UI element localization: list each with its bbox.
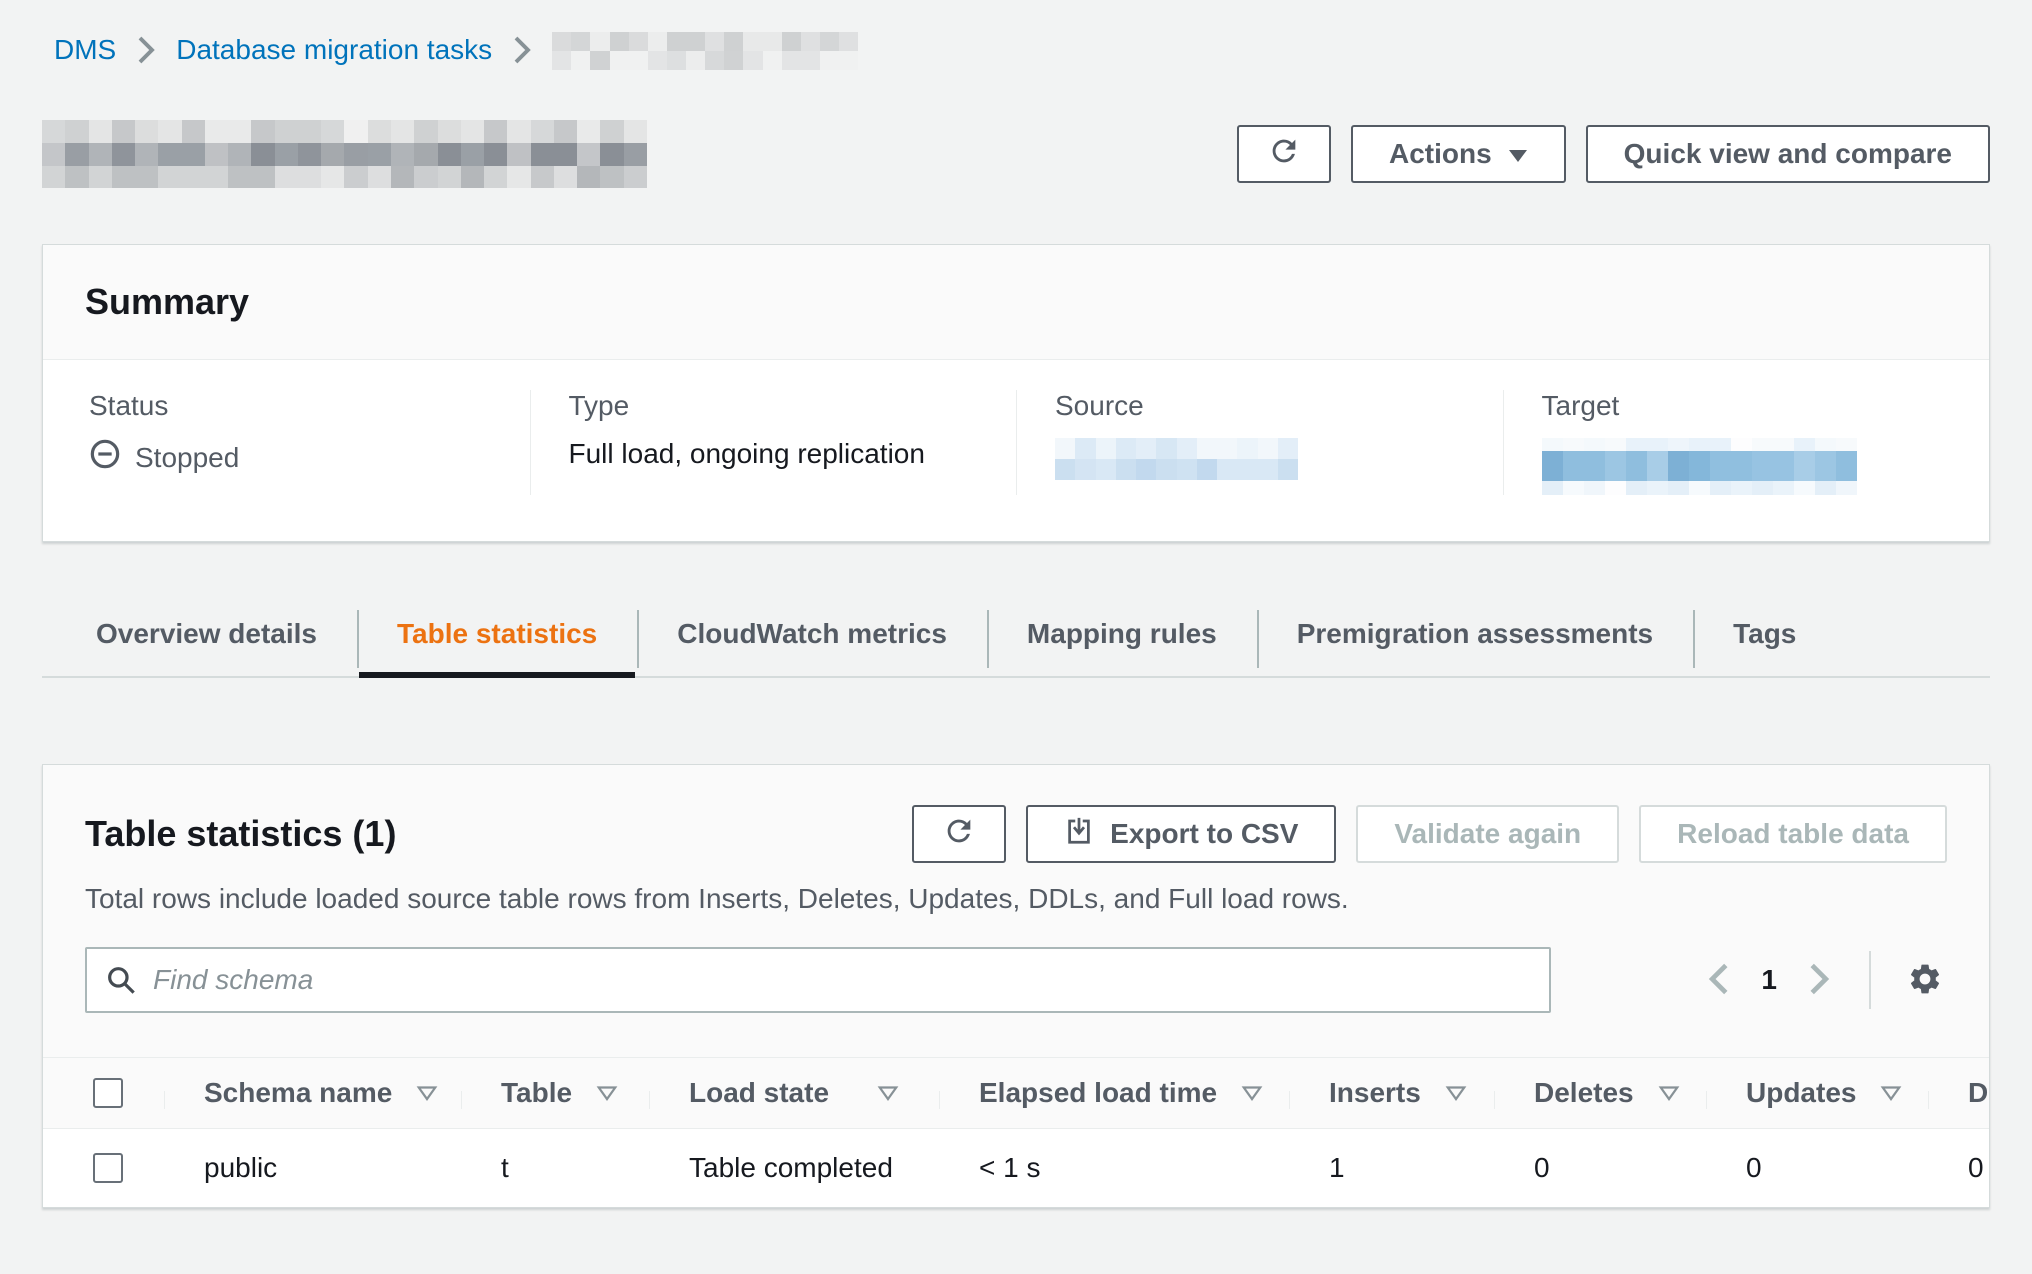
stopped-status-icon (89, 438, 121, 477)
download-icon (1064, 816, 1094, 853)
reload-table-data-button[interactable]: Reload table data (1639, 805, 1947, 863)
row-checkbox[interactable] (93, 1153, 123, 1183)
task-tabs: Overview details Table statistics CloudW… (42, 606, 1990, 678)
sort-icon (877, 1084, 899, 1102)
cell-load-state: Table completed (649, 1152, 939, 1184)
pagination: 1 (1705, 951, 1947, 1009)
summary-field-type: Type Full load, ongoing replication (530, 390, 1017, 495)
table-preferences-button[interactable] (1907, 961, 1943, 1000)
column-header-schema-name[interactable]: Schema name (164, 1077, 461, 1109)
column-header-elapsed-load-time[interactable]: Elapsed load time (939, 1077, 1289, 1109)
schema-search (85, 947, 1551, 1013)
tab-cloudwatch-metrics[interactable]: CloudWatch metrics (637, 606, 987, 676)
find-schema-input[interactable] (85, 947, 1551, 1013)
quick-view-compare-button[interactable]: Quick view and compare (1586, 125, 1990, 183)
search-icon (105, 964, 137, 1001)
source-value-redacted (1055, 438, 1298, 480)
breadcrumb-link-dms[interactable]: DMS (54, 34, 116, 66)
sort-icon (1241, 1084, 1263, 1102)
refresh-icon (1267, 134, 1301, 175)
type-label: Type (569, 390, 987, 422)
breadcrumb-current-redacted (552, 32, 858, 70)
chevron-left-icon (1705, 962, 1733, 999)
summary-card: Summary Status Stopped Type Full load, o… (42, 244, 1990, 542)
pagination-divider (1869, 951, 1871, 1009)
gear-icon (1907, 961, 1943, 1000)
column-header-updates[interactable]: Updates (1706, 1077, 1928, 1109)
validate-again-button[interactable]: Validate again (1356, 805, 1619, 863)
table-statistics-card: Table statistics (1) Export to CSV (42, 764, 1990, 1208)
sort-icon (416, 1084, 438, 1102)
header-actions: Actions Quick view and compare (1237, 125, 1990, 183)
page-title-redacted (42, 120, 647, 188)
table-refresh-button[interactable] (912, 805, 1006, 863)
tab-table-statistics[interactable]: Table statistics (357, 606, 637, 676)
status-value: Stopped (135, 442, 239, 474)
target-label: Target (1542, 390, 1960, 422)
column-header-ddls[interactable]: DDLs (1928, 1077, 1990, 1109)
page-header: Actions Quick view and compare (42, 120, 1990, 188)
summary-field-target: Target (1503, 390, 1990, 495)
cell-table: t (461, 1152, 649, 1184)
column-header-deletes[interactable]: Deletes (1494, 1077, 1706, 1109)
cell-updates: 0 (1706, 1152, 1928, 1184)
refresh-icon (942, 814, 976, 855)
table-statistics-actions: Export to CSV Validate again Reload tabl… (912, 805, 1947, 863)
quick-view-compare-label: Quick view and compare (1624, 138, 1952, 170)
previous-page-button[interactable] (1705, 962, 1733, 999)
tab-premigration-assessments[interactable]: Premigration assessments (1257, 606, 1693, 676)
actions-button[interactable]: Actions (1351, 125, 1566, 183)
caret-down-icon (1508, 138, 1528, 170)
summary-fields: Status Stopped Type Full load, ongoing r… (43, 360, 1989, 541)
column-header-inserts[interactable]: Inserts (1289, 1077, 1494, 1109)
table-statistics-description: Total rows include loaded source table r… (85, 883, 1947, 915)
tab-tags[interactable]: Tags (1693, 606, 1836, 676)
validate-again-label: Validate again (1394, 818, 1581, 850)
sort-icon (1445, 1084, 1467, 1102)
summary-title: Summary (85, 281, 249, 322)
summary-field-source: Source (1016, 390, 1503, 495)
chevron-right-icon (512, 35, 532, 65)
cell-ddls: 0 (1928, 1152, 1990, 1184)
target-value-redacted (1542, 438, 1857, 495)
export-to-csv-label: Export to CSV (1110, 818, 1298, 850)
export-to-csv-button[interactable]: Export to CSV (1026, 805, 1336, 863)
column-header-load-state[interactable]: Load state (649, 1077, 939, 1109)
summary-card-header: Summary (43, 245, 1989, 360)
actions-button-label: Actions (1389, 138, 1492, 170)
source-label: Source (1055, 390, 1473, 422)
select-all-checkbox[interactable] (93, 1078, 123, 1108)
type-value: Full load, ongoing replication (569, 438, 987, 470)
status-label: Status (89, 390, 500, 422)
table-row: public t Table completed < 1 s 1 0 0 0 (43, 1129, 1989, 1207)
chevron-right-icon (1805, 962, 1833, 999)
tab-overview-details[interactable]: Overview details (56, 606, 357, 676)
table-header-row: Schema name Table Load state Elapsed loa… (43, 1057, 1989, 1129)
tab-mapping-rules[interactable]: Mapping rules (987, 606, 1257, 676)
column-header-table[interactable]: Table (461, 1077, 649, 1109)
sort-icon (596, 1084, 618, 1102)
cell-schema-name: public (164, 1152, 461, 1184)
refresh-button[interactable] (1237, 125, 1331, 183)
summary-field-status: Status Stopped (43, 390, 530, 495)
chevron-right-icon (136, 35, 156, 65)
reload-table-data-label: Reload table data (1677, 818, 1909, 850)
breadcrumb-link-tasks[interactable]: Database migration tasks (176, 34, 492, 66)
sort-icon (1658, 1084, 1680, 1102)
dms-task-page: DMS Database migration tasks Actions (0, 0, 2032, 1274)
breadcrumb: DMS Database migration tasks (42, 0, 1990, 70)
cell-deletes: 0 (1494, 1152, 1706, 1184)
sort-icon (1880, 1084, 1902, 1102)
current-page-number: 1 (1761, 964, 1777, 996)
next-page-button[interactable] (1805, 962, 1833, 999)
cell-elapsed-load-time: < 1 s (939, 1152, 1289, 1184)
cell-inserts: 1 (1289, 1152, 1494, 1184)
table-statistics-title: Table statistics (1) (85, 805, 396, 855)
